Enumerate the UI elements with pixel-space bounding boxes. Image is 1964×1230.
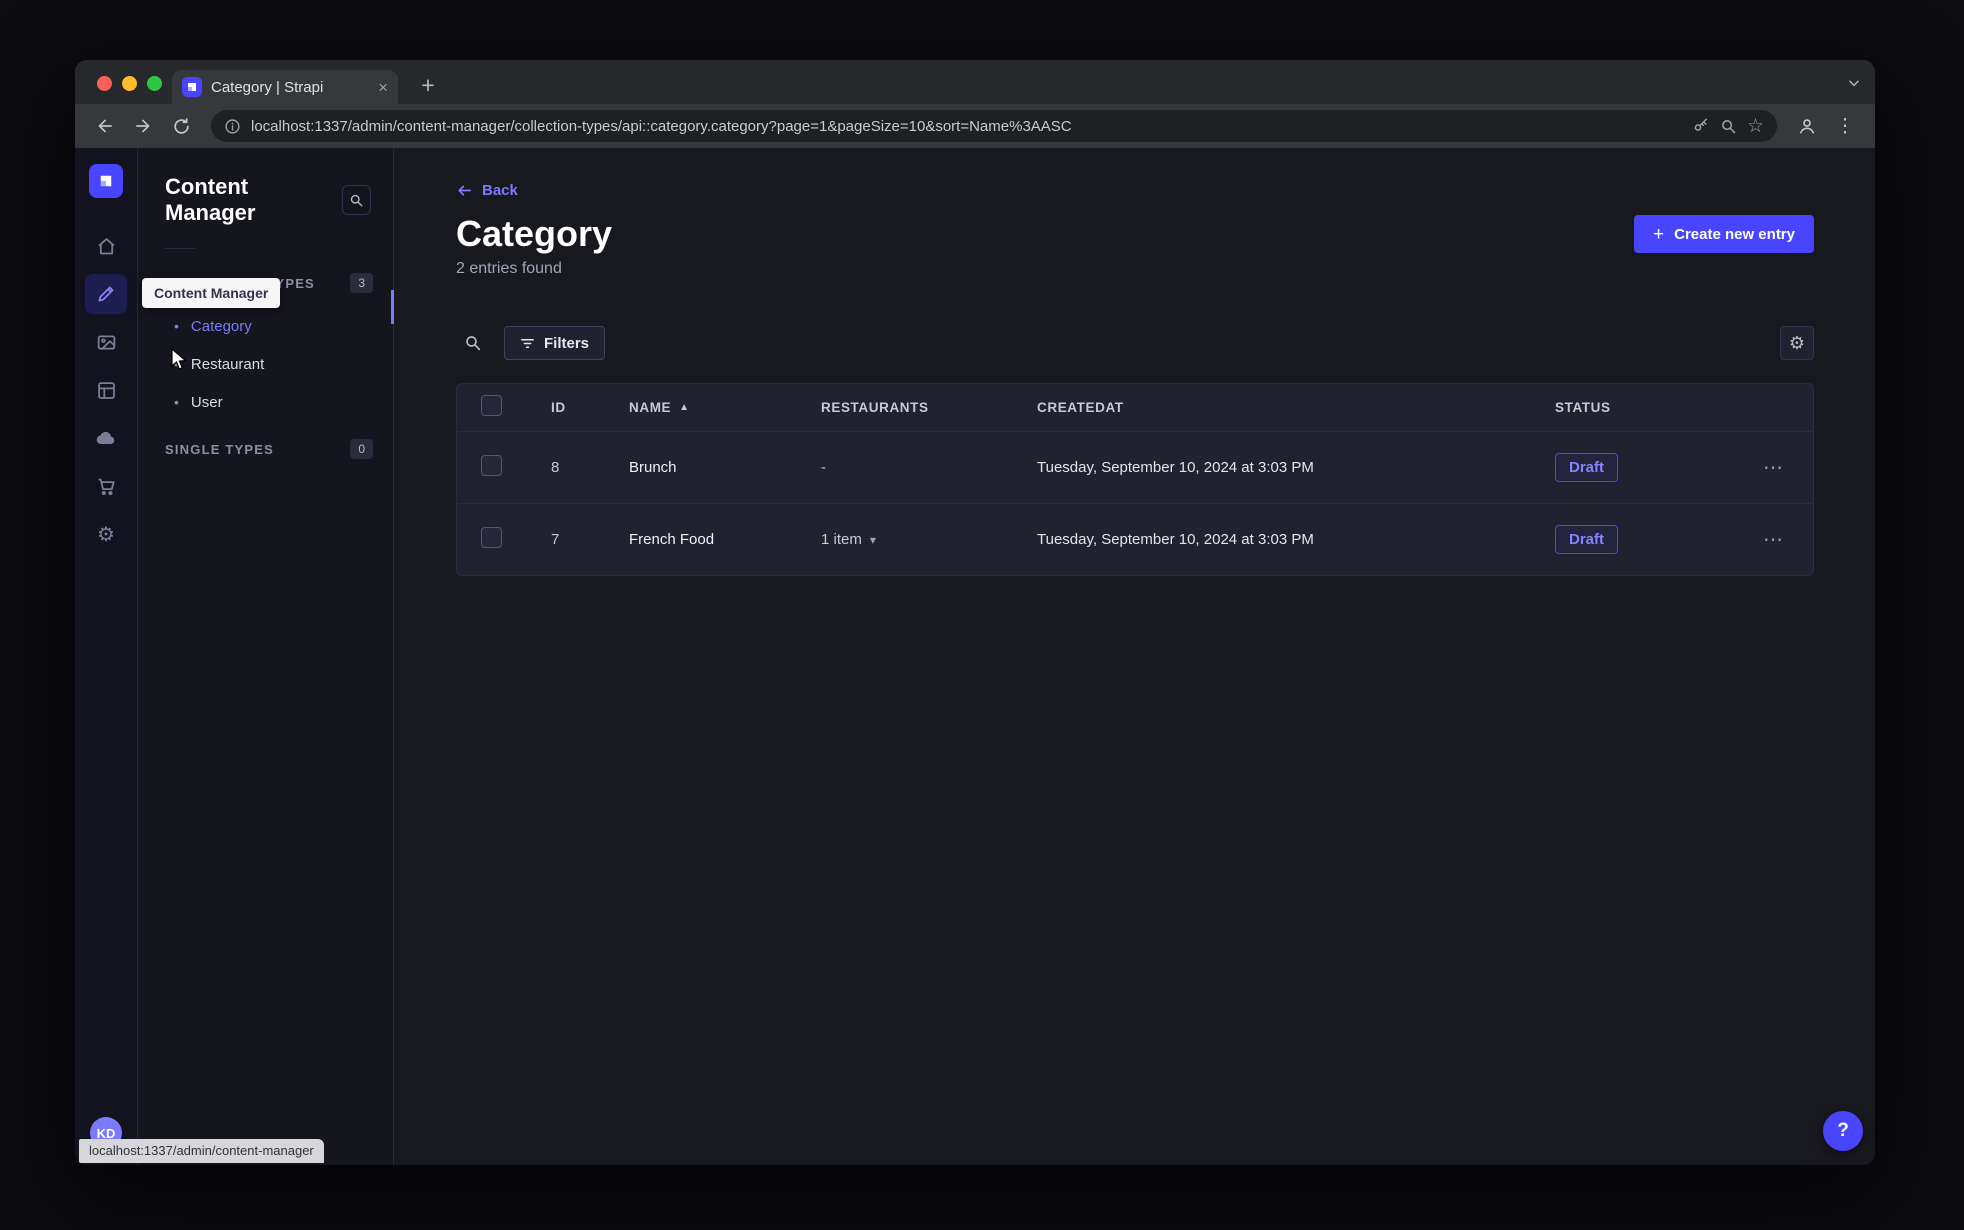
single-types-label: SINGLE TYPES xyxy=(165,441,275,457)
tab-close-icon[interactable]: × xyxy=(378,79,388,96)
filter-icon xyxy=(521,338,534,348)
cell-createdat: Tuesday, September 10, 2024 at 3:03 PM xyxy=(1037,531,1314,548)
entries-count: 2 entries found xyxy=(456,260,562,277)
subnav-title: Content Manager xyxy=(165,174,256,225)
collection-types-list: • Category • Restaurant • User xyxy=(138,307,393,421)
arrow-left-icon xyxy=(458,185,472,196)
single-types-section: SINGLE TYPES 0 xyxy=(138,439,393,459)
sidebar-item-home[interactable] xyxy=(85,226,127,266)
row-checkbox[interactable] xyxy=(481,454,502,476)
search-icon[interactable] xyxy=(456,326,490,360)
column-header-id[interactable]: ID xyxy=(551,400,629,415)
sidebar-item-content-type-builder[interactable] xyxy=(85,370,127,410)
sidebar-item-media-library[interactable] xyxy=(85,322,127,362)
column-header-restaurants[interactable]: RESTAURANTS xyxy=(821,400,1037,415)
table-row-brunch[interactable]: 8 Brunch - Tuesday, September 10, 2024 a… xyxy=(457,431,1813,503)
strapi-favicon-icon xyxy=(182,77,202,97)
subnav-item-category[interactable]: • Category xyxy=(138,307,393,345)
status-bar-url: localhost:1337/admin/content-manager xyxy=(79,1139,324,1163)
browser-window: Category | Strapi × + localhost:1337/adm… xyxy=(75,60,1875,1165)
browser-forward-icon[interactable] xyxy=(127,110,159,142)
column-header-name[interactable]: NAME ▲ xyxy=(629,400,821,415)
browser-menu-icon[interactable]: ⋮ xyxy=(1829,110,1861,142)
cell-restaurants: 1 item ▾ xyxy=(821,531,1037,548)
status-badge: Draft xyxy=(1555,525,1619,554)
window-controls xyxy=(97,76,162,91)
table-row-french-food[interactable]: 7 French Food 1 item ▾ Tuesday, Septembe… xyxy=(457,503,1813,575)
main-navigation-rail: ⚙ KD xyxy=(75,148,138,1165)
page-title: Category xyxy=(456,213,613,254)
filters-label: Filters xyxy=(544,334,590,352)
browser-tab-strip: Category | Strapi × + xyxy=(75,60,1875,104)
restaurants-count-label: 1 item xyxy=(821,531,862,548)
help-button[interactable]: ? xyxy=(1823,1111,1863,1151)
sidebar-item-settings-gear-icon[interactable]: ⚙ xyxy=(85,514,127,554)
strapi-logo-icon[interactable] xyxy=(89,164,123,198)
cell-name: French Food xyxy=(629,531,715,548)
caret-down-icon[interactable]: ▾ xyxy=(870,533,876,547)
cell-name: Brunch xyxy=(629,459,677,476)
content-manager-tooltip: Content Manager xyxy=(142,278,281,308)
bullet-icon: • xyxy=(174,318,179,334)
view-settings-gear-icon[interactable]: ⚙ xyxy=(1780,326,1814,360)
password-key-icon[interactable] xyxy=(1692,117,1710,135)
content-manager-subnav: Content Manager COLLECTION TYPES 3 • Cat… xyxy=(138,148,394,1165)
strapi-app: ⚙ KD Content Manager COLLECTION TYPES 3 xyxy=(75,148,1875,1165)
table-header-row: ID NAME ▲ RESTAURANTS CREATEDAT STATUS xyxy=(457,384,1813,431)
browser-tab[interactable]: Category | Strapi × xyxy=(172,70,398,104)
subnav-item-label: Restaurant xyxy=(190,355,265,373)
divider xyxy=(165,248,195,249)
subnav-item-restaurant[interactable]: • Restaurant xyxy=(138,345,393,383)
create-button-label: Create new entry xyxy=(1674,225,1795,243)
subnav-search-icon[interactable] xyxy=(341,185,371,215)
row-actions-icon[interactable]: ⋯ xyxy=(1733,455,1813,480)
entries-table: ID NAME ▲ RESTAURANTS CREATEDAT STATUS 8… xyxy=(456,383,1814,576)
zoom-icon[interactable] xyxy=(1720,118,1737,135)
cell-id: 7 xyxy=(551,531,560,548)
plus-icon: + xyxy=(1653,223,1665,245)
row-checkbox[interactable] xyxy=(481,526,502,548)
browser-toolbar: localhost:1337/admin/content-manager/col… xyxy=(75,104,1875,148)
column-header-status[interactable]: STATUS xyxy=(1555,400,1733,415)
cell-createdat: Tuesday, September 10, 2024 at 3:03 PM xyxy=(1037,459,1314,476)
window-zoom-button[interactable] xyxy=(147,76,162,91)
sort-ascending-icon[interactable]: ▲ xyxy=(679,402,690,413)
tab-title: Category | Strapi xyxy=(211,78,324,96)
tab-search-chevron-icon[interactable] xyxy=(1843,72,1865,94)
subnav-item-user[interactable]: • User xyxy=(138,383,393,421)
single-types-count-badge: 0 xyxy=(350,439,373,459)
subnav-item-label: Category xyxy=(190,317,252,335)
subnav-item-label: User xyxy=(190,393,223,411)
profile-icon[interactable] xyxy=(1791,110,1823,142)
page-info-icon[interactable] xyxy=(224,118,241,135)
window-minimize-button[interactable] xyxy=(122,76,137,91)
bullet-icon: • xyxy=(174,394,179,410)
sidebar-item-content-manager[interactable] xyxy=(85,274,127,314)
bookmark-star-icon[interactable]: ☆ xyxy=(1747,117,1764,136)
cell-restaurants: - xyxy=(821,459,826,476)
column-header-createdat[interactable]: CREATEDAT xyxy=(1037,400,1555,415)
window-close-button[interactable] xyxy=(97,76,112,91)
address-bar[interactable]: localhost:1337/admin/content-manager/col… xyxy=(211,110,1777,142)
cell-id: 8 xyxy=(551,459,560,476)
sidebar-item-cloud[interactable] xyxy=(85,418,127,458)
url-text: localhost:1337/admin/content-manager/col… xyxy=(251,117,1072,135)
sidebar-item-marketplace[interactable] xyxy=(85,466,127,506)
browser-reload-icon[interactable] xyxy=(165,110,197,142)
status-badge: Draft xyxy=(1555,453,1619,482)
back-link[interactable]: Back xyxy=(456,182,518,199)
back-label: Back xyxy=(482,182,518,199)
filters-button[interactable]: Filters xyxy=(504,326,606,360)
collection-types-count-badge: 3 xyxy=(350,273,373,293)
bullet-icon: • xyxy=(174,356,179,372)
new-tab-button[interactable]: + xyxy=(413,70,443,100)
row-actions-icon[interactable]: ⋯ xyxy=(1733,527,1813,552)
browser-back-icon[interactable] xyxy=(89,110,121,142)
column-header-name-label: NAME xyxy=(629,400,672,415)
main-content: Back Category + Create new entry 2 entri… xyxy=(394,148,1875,1165)
create-new-entry-button[interactable]: + Create new entry xyxy=(1634,215,1814,253)
select-all-checkbox[interactable] xyxy=(481,394,502,416)
